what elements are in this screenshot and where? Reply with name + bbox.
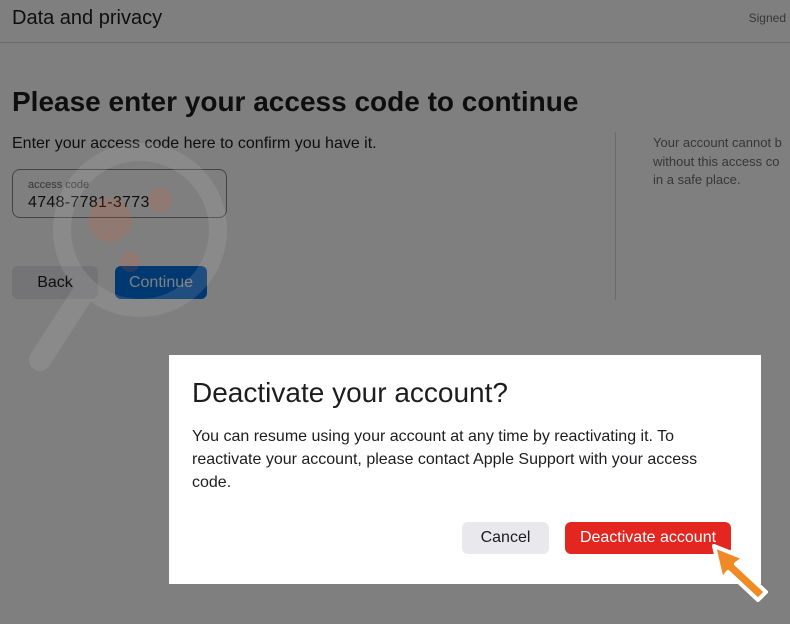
cancel-button[interactable]: Cancel xyxy=(462,522,549,554)
dialog-message: You can resume using your account at any… xyxy=(192,425,742,494)
dialog-message-line: code. xyxy=(192,474,232,491)
deactivate-dialog: Deactivate your account? You can resume … xyxy=(169,355,761,584)
dialog-title: Deactivate your account? xyxy=(192,377,508,408)
dialog-message-line: You can resume using your account at any… xyxy=(192,428,675,445)
pointer-arrow-icon xyxy=(712,544,768,602)
dialog-message-line: reactivate your account, please contact … xyxy=(192,451,698,468)
